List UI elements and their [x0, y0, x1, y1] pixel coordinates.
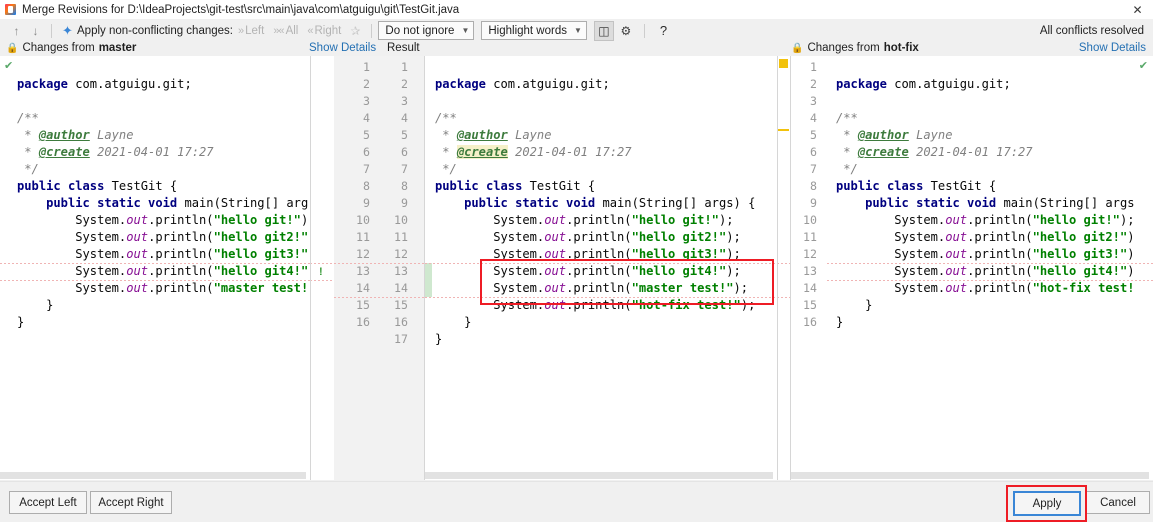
resolved-change-bar — [425, 263, 432, 297]
right-code-text: package com.atguigu.git; /** * @author L… — [836, 77, 1135, 329]
accepted-check-icon: ✔ — [1138, 60, 1148, 72]
window-title: Merge Revisions for D:\IdeaProjects\git-… — [22, 3, 460, 16]
conflict-status-label: All conflicts resolved — [1039, 24, 1144, 37]
toolbar-separator-2 — [371, 23, 373, 38]
diff-change-marker-icon[interactable]: ! — [319, 267, 323, 278]
chevron-right-double-icon: » — [238, 24, 244, 37]
line-number-gutter: 1 2 3 4 5 6 7 8 9 10 11 12 13 14 15 16 1… — [334, 56, 425, 480]
chevron-down-icon: ▼ — [573, 26, 582, 35]
left-panel-header: 🔒 Changes from master — [6, 42, 136, 54]
ignore-policy-value: Do not ignore — [385, 24, 455, 37]
result-horizontal-scrollbar[interactable] — [425, 471, 777, 480]
apply-button[interactable]: Apply — [1013, 491, 1081, 516]
change-marker-square-icon[interactable] — [779, 59, 788, 68]
chevron-down-icon: ▼ — [461, 26, 470, 35]
num-gutter-change-top — [334, 263, 424, 264]
toolbar-separator-3 — [643, 23, 645, 38]
right-editor-pane[interactable]: 1 2 3 4 5 6 7 8 9 10 11 12 13 14 15 16 ✔… — [791, 56, 1153, 480]
left-diff-gutter[interactable]: ! — [310, 56, 334, 480]
lock-icon: 🔒 — [6, 42, 19, 54]
toolbar-separator-1 — [51, 23, 52, 38]
dialog-button-bar: Accept Left Accept Right Apply Cancel — [0, 481, 1153, 522]
left-branch-name: master — [98, 42, 137, 54]
arrow-down-icon[interactable]: ↓ — [27, 22, 44, 39]
right-branch-name: hot-fix — [883, 42, 919, 54]
divider-4 — [790, 56, 791, 480]
right-connector-bottom — [777, 297, 791, 298]
left-changes-prefix: Changes from — [22, 42, 95, 54]
apply-all-label: All — [285, 24, 299, 37]
apply-right-label: Right — [314, 24, 342, 37]
merge-editors: ✔ package com.atguigu.git; /** * @author… — [0, 56, 1153, 480]
highlight-policy-value: Highlight words — [488, 24, 567, 37]
accept-left-button[interactable]: Accept Left — [9, 491, 87, 514]
arrow-up-icon[interactable]: ↑ — [8, 22, 25, 39]
diff-connector-bottom — [310, 280, 334, 281]
left-editor-pane[interactable]: ✔ package com.atguigu.git; /** * @author… — [0, 56, 310, 480]
title-bar: Merge Revisions for D:\IdeaProjects\git-… — [0, 0, 1153, 20]
right-horizontal-scrollbar[interactable] — [791, 471, 1153, 480]
apply-left-button[interactable]: » Left — [238, 25, 264, 37]
change-marker-dash-icon[interactable] — [777, 129, 789, 131]
collapse-unchanged-icon[interactable]: ◫ — [593, 20, 614, 41]
ignore-policy-dropdown[interactable]: Do not ignore ▼ — [378, 21, 475, 40]
chevron-left-double-icon: « — [307, 24, 313, 37]
line-numbers-left-column: 1 2 3 4 5 6 7 8 9 10 11 12 13 14 15 16 — [356, 60, 370, 329]
divider-1 — [310, 56, 311, 480]
gear-icon[interactable]: ⚙ — [617, 22, 635, 40]
apply-left-label: Left — [245, 24, 265, 37]
intellij-idea-icon — [5, 4, 16, 15]
right-show-details-link[interactable]: Show Details — [1079, 42, 1146, 54]
chevron-both-icon: »« — [273, 24, 284, 37]
line-numbers-right-column: 1 2 3 4 5 6 7 8 9 10 11 12 13 14 15 16 1… — [394, 60, 408, 346]
apply-all-button[interactable]: »« All — [273, 25, 298, 37]
close-icon[interactable]: ✕ — [1122, 0, 1153, 19]
apply-right-button[interactable]: « Right — [307, 25, 341, 37]
magic-wand-icon[interactable]: ✰ — [350, 24, 360, 38]
panel-headers: 🔒 Changes from master Show Details Resul… — [0, 42, 1153, 56]
accepted-check-icon: ✔ — [4, 60, 14, 72]
result-label: Result — [387, 42, 420, 54]
result-editor-pane[interactable]: package com.atguigu.git; /** * @author L… — [425, 56, 777, 480]
lock-icon: 🔒 — [791, 42, 804, 54]
help-icon[interactable]: ? — [660, 23, 667, 38]
divider-3 — [777, 56, 778, 480]
divider-2 — [424, 56, 425, 480]
left-code-text: package com.atguigu.git; /** * @author L… — [17, 77, 309, 329]
right-line-numbers: 1 2 3 4 5 6 7 8 9 10 11 12 13 14 15 16 — [803, 60, 817, 329]
merge-revisions-window: Merge Revisions for D:\IdeaProjects\git-… — [0, 0, 1153, 522]
num-gutter-change-bottom — [334, 297, 424, 298]
right-panel-header: 🔒 Changes from hot-fix — [791, 42, 919, 54]
diff-connector-top — [310, 263, 334, 264]
toolbar: ↑ ↓ ✦ Apply non-conflicting changes: » L… — [0, 19, 1153, 42]
result-marker-gutter[interactable] — [777, 56, 791, 480]
apply-non-conflicting-icon[interactable]: ✦ — [59, 22, 76, 39]
highlight-policy-dropdown[interactable]: Highlight words ▼ — [481, 21, 587, 40]
right-connector-top — [777, 263, 791, 264]
left-horizontal-scrollbar[interactable] — [0, 471, 310, 480]
result-code-text: package com.atguigu.git; /** * @author L… — [435, 77, 756, 346]
apply-non-conflicting-label: Apply non-conflicting changes: — [77, 24, 233, 37]
right-changes-prefix: Changes from — [807, 42, 880, 54]
cancel-button[interactable]: Cancel — [1086, 491, 1150, 514]
left-show-details-link[interactable]: Show Details — [309, 42, 376, 54]
accept-right-button[interactable]: Accept Right — [90, 491, 172, 514]
